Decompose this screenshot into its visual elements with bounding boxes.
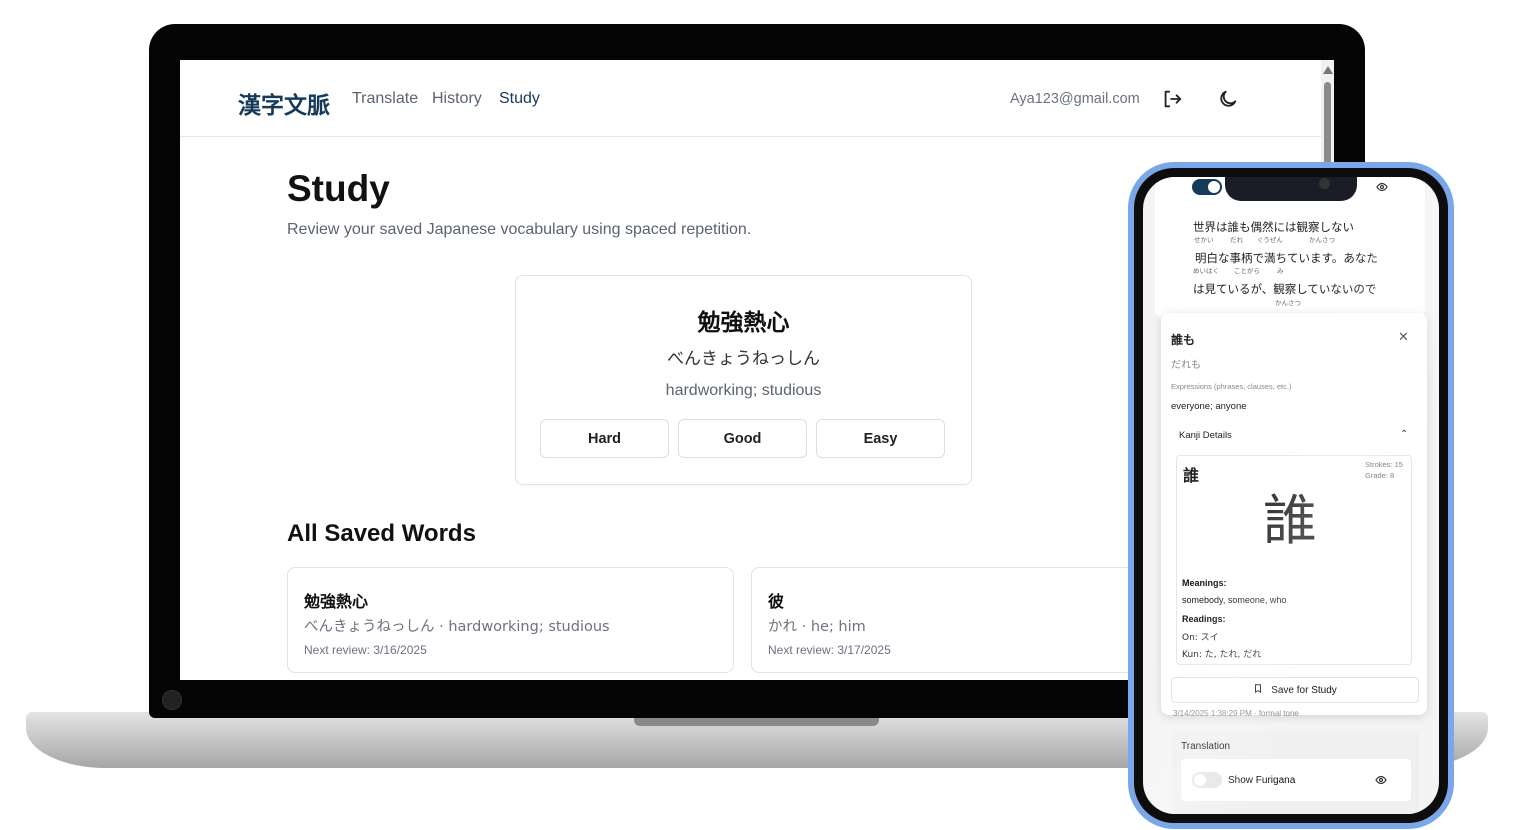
page-subtitle: Review your saved Japanese vocabulary us… — [287, 221, 752, 238]
furigana: かんさつ — [1275, 299, 1301, 307]
easy-button[interactable]: Easy — [816, 419, 945, 458]
phone-screen: 世界は誰も偶然には観察しない せかい だれ ぐうぜん かんさつ 明白な事柄で満ち… — [1143, 177, 1439, 814]
furigana: めいはく — [1193, 267, 1219, 275]
saved-word-card[interactable]: 勉強熱心 べんきょうねっしん · hardworking; studious N… — [287, 567, 734, 673]
kanji-detail-box: 誰 Strokes: 15 Grade: 8 誰 Meanings: someb… — [1176, 455, 1412, 665]
flashcard-kanji: 勉強熱心 — [697, 310, 790, 336]
kanji-meanings: somebody, someone, who — [1182, 595, 1287, 605]
hard-button[interactable]: Hard — [540, 419, 669, 458]
translation-label: Translation — [1181, 741, 1231, 752]
furigana: ぐうぜん — [1257, 236, 1283, 244]
readings-label: Readings: — [1182, 614, 1226, 624]
furigana: だれ — [1230, 236, 1243, 244]
nav-history[interactable]: History — [432, 90, 482, 108]
kanji-character: 誰 — [1183, 466, 1200, 485]
furigana: ことがら — [1234, 267, 1260, 275]
nav-study[interactable]: Study — [499, 90, 540, 108]
furigana-row: Show Furigana — [1181, 759, 1411, 801]
furigana-toggle-off[interactable] — [1192, 772, 1222, 788]
nav-translate[interactable]: Translate — [352, 90, 418, 108]
kanji-details-toggle[interactable]: Kanji Details — [1179, 430, 1232, 441]
saved-word-kanji: 勉強熱心 — [304, 592, 369, 611]
saved-word-detail: べんきょうねっしん · hardworking; studious — [304, 619, 610, 635]
saved-word-next-review: Next review: 3/16/2025 — [304, 643, 427, 657]
top-navbar: 漢字文脈 Translate History Study Aya123@gmai… — [180, 60, 1321, 137]
sentence-line[interactable]: 明白な事柄で満ちています。あなた — [1195, 250, 1378, 266]
on-reading: On: スイ — [1182, 633, 1219, 643]
show-furigana-label: Show Furigana — [1228, 775, 1296, 786]
good-button[interactable]: Good — [678, 419, 807, 458]
moon-icon[interactable] — [1217, 88, 1239, 110]
close-icon[interactable]: ✕ — [1398, 329, 1409, 345]
saved-words-heading: All Saved Words — [287, 520, 476, 547]
saved-word-kanji: 彼 — [768, 592, 785, 611]
front-camera — [1319, 178, 1330, 189]
eye-icon[interactable] — [1376, 180, 1388, 198]
sentence-line[interactable]: 世界は誰も偶然には観察しない — [1193, 219, 1354, 235]
save-for-study-button[interactable]: Save for Study — [1171, 677, 1419, 703]
kanji-strokes: Strokes: 15 — [1365, 460, 1403, 469]
sentence-line[interactable]: は見ているが、観察していないので — [1193, 281, 1376, 297]
chevron-up-icon[interactable]: ⌃ — [1400, 429, 1408, 440]
furigana: せかい — [1194, 236, 1214, 244]
popup-word: 誰も — [1171, 333, 1196, 347]
stroke-order-diagram: 誰 — [1263, 489, 1317, 552]
kun-reading: Kun: た, たれ, だれ — [1182, 650, 1262, 660]
save-for-study-label: Save for Study — [1271, 684, 1337, 696]
flashcard-meaning: hardworking; studious — [665, 382, 822, 399]
furigana: かんさつ — [1309, 236, 1335, 244]
scroll-up-arrow[interactable] — [1323, 66, 1333, 74]
word-popup: 誰も ✕ だれも Expressions (phrases, clauses, … — [1161, 313, 1427, 715]
app-logo[interactable]: 漢字文脈 — [238, 86, 330, 120]
page-title: Study — [287, 168, 390, 209]
history-timestamp: 3/14/2025 1:38:29 PM · formal tone — [1173, 709, 1299, 718]
flashcard-reading: べんきょうねっしん — [667, 349, 820, 369]
phone-notch — [1225, 177, 1357, 201]
saved-word-next-review: Next review: 3/17/2025 — [768, 643, 891, 657]
kanji-grade: Grade: 8 — [1365, 471, 1395, 480]
meanings-label: Meanings: — [1182, 578, 1227, 588]
eye-icon[interactable] — [1375, 773, 1387, 791]
logout-icon[interactable] — [1161, 88, 1183, 110]
saved-word-detail: かれ · he; him — [768, 619, 866, 635]
popup-reading: だれも — [1171, 360, 1201, 371]
popup-meaning: everyone; anyone — [1171, 401, 1247, 412]
user-email: Aya123@gmail.com — [1010, 91, 1140, 107]
furigana: み — [1277, 267, 1284, 275]
bookmark-icon — [1253, 683, 1263, 697]
laptop-camera — [162, 690, 182, 710]
popup-part-of-speech: Expressions (phrases, clauses, etc.) — [1171, 382, 1292, 391]
translation-panel: Translation Show Furigana — [1172, 731, 1419, 814]
furigana-toggle-on[interactable] — [1192, 179, 1222, 195]
flashcard: 勉強熱心 べんきょうねっしん hardworking; studious Har… — [515, 275, 972, 485]
